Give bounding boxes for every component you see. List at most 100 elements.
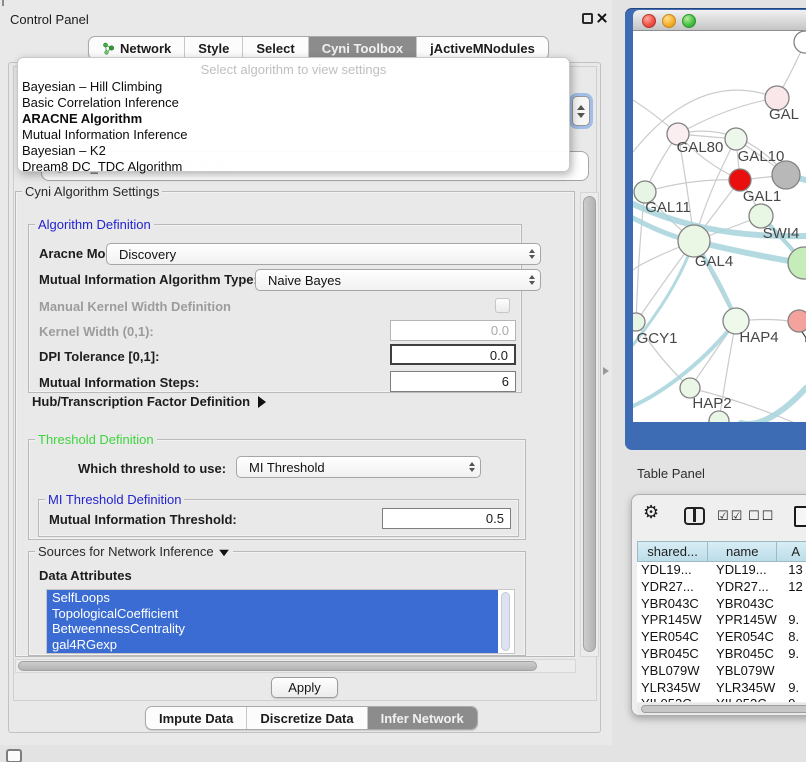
table-row-ylr345w[interactable]: YLR345WYLR345W9. [637, 680, 806, 697]
table-cell: YBR043C [637, 596, 708, 613]
settings-vertical-scrollbar[interactable] [580, 192, 599, 657]
attributes-list-scrollbar[interactable] [501, 592, 510, 651]
algorithm-option-basic-correlation-inference[interactable]: Basic Correlation Inference [21, 95, 566, 111]
table-cell: YPR145W [708, 612, 778, 629]
table-cell: YIL052C [637, 696, 708, 702]
minimize-traffic-light-icon[interactable] [662, 14, 676, 28]
network-canvas[interactable]: GALGAL80GAL10GAL1GAL11SWI4GAL4GCY1HAP4YH… [633, 31, 806, 422]
tab-style[interactable]: Style [185, 37, 243, 59]
table-cell: 9. [778, 646, 806, 663]
node-label-hap4: HAP4 [739, 329, 778, 346]
mi-steps-label: Mutual Information Steps: [39, 375, 199, 390]
attribute-item-selfloops[interactable]: SelfLoops [47, 590, 498, 606]
mi-steps-field[interactable]: 6 [390, 371, 516, 392]
algorithm-option-aracne-algorithm[interactable]: ARACNE Algorithm [21, 111, 566, 127]
tab-label: Infer Network [381, 711, 464, 726]
network-node[interactable] [772, 161, 800, 189]
sources-title[interactable]: Sources for Network Inference [35, 544, 233, 559]
algorithm-option-bayesian-k2[interactable]: Bayesian – K2 [21, 143, 566, 159]
algorithm-option-bayesian-hill-climbing[interactable]: Bayesian – Hill Climbing [21, 79, 566, 95]
dpi-tolerance-label: DPI Tolerance [0,1]: [39, 349, 159, 364]
algorithm-option-mutual-information-inference[interactable]: Mutual Information Inference [21, 127, 566, 143]
splitter-collapse-icon[interactable] [603, 367, 609, 375]
focused-combobox-spinner[interactable] [572, 96, 590, 126]
table-row-yil052c[interactable]: YIL052CYIL052C9. [637, 696, 806, 702]
float-window-icon[interactable] [582, 13, 593, 24]
tab-discretize-data[interactable]: Discretize Data [247, 707, 367, 729]
table-panel-title: Table Panel [637, 466, 705, 481]
apply-button[interactable]: Apply [271, 677, 338, 698]
table-row-ybr045c[interactable]: YBR045CYBR045C9. [637, 646, 806, 663]
combo-spinner-icon [529, 270, 535, 290]
tab-jactivemnodules[interactable]: jActiveMNodules [417, 37, 548, 59]
scrollbar-thumb[interactable] [18, 661, 537, 671]
settings-horizontal-scrollbar[interactable] [15, 659, 576, 673]
table-row-ydl19-[interactable]: YDL19...YDL19...13 [637, 562, 806, 579]
close-icon[interactable] [596, 12, 608, 24]
table-row-ybr043c[interactable]: YBR043CYBR043C [637, 596, 806, 613]
close-traffic-light-icon[interactable] [642, 14, 656, 28]
aracne-mode-combobox[interactable]: Discovery [106, 243, 541, 265]
tab-label: Style [198, 41, 229, 56]
table-cell: YDL19... [708, 562, 778, 579]
select-all-checkboxes-icon[interactable]: ☑☑ [717, 509, 744, 524]
docked-panel-icon[interactable] [6, 749, 22, 762]
table-cell: 9. [778, 612, 806, 629]
mi-algorithm-type-combobox[interactable]: Naive Bayes [255, 269, 541, 291]
table-row-ybl079w[interactable]: YBL079WYBL079W [637, 663, 806, 680]
columns-icon[interactable] [684, 507, 705, 525]
network-node-gal10[interactable] [725, 128, 747, 150]
column-header-clipped[interactable]: A [777, 542, 806, 561]
table-row-ydr27-[interactable]: YDR27...YDR27...12 [637, 579, 806, 596]
zoom-traffic-light-icon[interactable] [682, 14, 696, 28]
column-header-name[interactable]: name [708, 542, 777, 561]
node-label-hap2: HAP2 [692, 395, 731, 412]
tab-network[interactable]: Network [89, 37, 185, 59]
algorithm-popup-list: Bayesian – Hill ClimbingBasic Correlatio… [21, 79, 566, 175]
network-edge-thick[interactable] [741, 388, 806, 422]
mi-threshold-definition-group: MI Threshold Definition Mutual Informati… [38, 499, 519, 537]
scrollbar-thumb[interactable] [641, 705, 806, 713]
export-table-icon[interactable] [794, 506, 806, 527]
which-threshold-combobox[interactable]: MI Threshold [236, 456, 481, 478]
manual-kernel-width-checkbox[interactable] [495, 298, 510, 313]
tab-select[interactable]: Select [243, 37, 308, 59]
algorithm-popup-hint: Select algorithm to view settings [18, 62, 569, 77]
table-row-yer054c[interactable]: YER054CYER054C8. [637, 629, 806, 646]
tab-impute-data[interactable]: Impute Data [146, 707, 247, 729]
mi-threshold-field[interactable]: 0.5 [382, 508, 511, 529]
data-attributes-list: SelfLoopsTopologicalCoefficientBetweenne… [46, 589, 515, 654]
tab-infer-network[interactable]: Infer Network [368, 707, 477, 729]
table-row-ypr145w[interactable]: YPR145WYPR145W9. [637, 612, 806, 629]
tab-label: Discretize Data [260, 711, 353, 726]
node-label-swi4: SWI4 [763, 225, 800, 242]
kernel-width-field[interactable]: 0.0 [390, 320, 516, 341]
network-edge[interactable] [645, 180, 740, 192]
hub-definition-expander[interactable]: Hub/Transcription Factor Definition [32, 394, 266, 409]
network-node-gcy1[interactable] [633, 313, 645, 331]
gear-icon[interactable]: ⚙ [643, 502, 659, 523]
tab-cyni-toolbox[interactable]: Cyni Toolbox [309, 37, 417, 59]
network-node[interactable] [709, 411, 729, 422]
node-label-gal11: GAL11 [645, 199, 691, 216]
network-node[interactable] [794, 31, 806, 53]
table-cell: YBL079W [637, 663, 708, 680]
table-horizontal-scrollbar[interactable] [637, 703, 806, 715]
network-node[interactable] [788, 247, 806, 279]
mi-threshold-label: Mutual Information Threshold: [49, 512, 237, 527]
attribute-item-topologicalcoefficient[interactable]: TopologicalCoefficient [47, 606, 498, 622]
deselect-all-checkboxes-icon[interactable]: ☐☐ [748, 509, 775, 524]
table-cell: YLR345W [708, 680, 778, 697]
which-threshold-value: MI Threshold [249, 460, 325, 475]
cyni-settings-title: Cyni Algorithm Settings [22, 184, 162, 199]
column-header-shared-name[interactable]: shared... [638, 542, 708, 561]
algorithm-option-dream8-dc-tdc-algorithm[interactable]: Dream8 DC_TDC Algorithm [21, 159, 566, 175]
network-edge[interactable] [678, 98, 777, 134]
attribute-item-betweennesscentrality[interactable]: BetweennessCentrality [47, 621, 498, 637]
tab-label: jActiveMNodules [430, 41, 535, 56]
network-window-titlebar[interactable] [633, 10, 806, 31]
dpi-tolerance-field[interactable]: 0.0 [390, 344, 516, 365]
kernel-width-label: Kernel Width (0,1): [39, 324, 154, 339]
scrollbar-thumb[interactable] [583, 196, 596, 652]
attribute-item-gal4rgexp[interactable]: gal4RGexp [47, 637, 498, 653]
